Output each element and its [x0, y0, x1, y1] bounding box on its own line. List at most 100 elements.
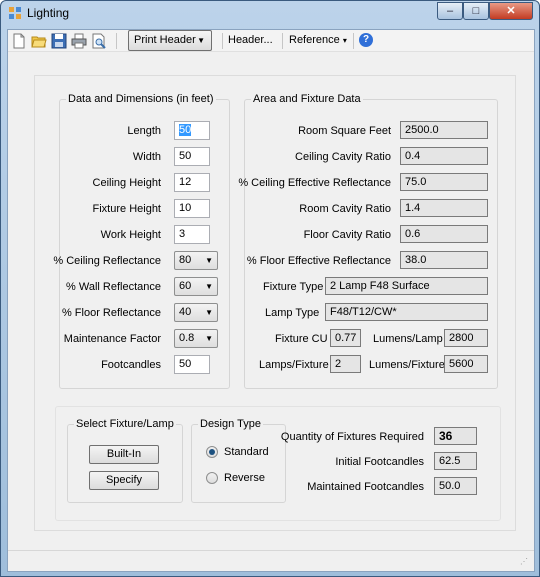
print-icon[interactable]	[71, 33, 87, 49]
main-panel: Data and Dimensions (in feet) Length 50 …	[34, 75, 516, 531]
toolbar-separator	[282, 33, 283, 49]
caret-down-icon: ▾	[342, 36, 347, 45]
app-icon	[9, 7, 21, 19]
length-input[interactable]: 50	[174, 121, 210, 140]
length-label: Length	[127, 125, 161, 137]
work-height-input[interactable]: 3	[174, 225, 210, 244]
toolbar-separator	[116, 33, 117, 49]
reverse-label[interactable]: Reverse	[224, 472, 265, 484]
chevron-down-icon: ▼	[205, 308, 213, 317]
built-in-button[interactable]: Built-In	[89, 445, 159, 464]
select-fixture-group: Select Fixture/Lamp Built-In Specify	[67, 418, 183, 503]
design-type-group-title: Design Type	[198, 418, 263, 430]
ceiling-effective-reflectance-value: 75.0	[400, 173, 488, 191]
floor-reflectance-label: % Floor Reflectance	[61, 307, 161, 319]
print-header-label: Print Header	[134, 34, 196, 46]
save-icon[interactable]	[51, 33, 67, 49]
dimensions-group: Data and Dimensions (in feet) Length 50 …	[53, 93, 230, 389]
chevron-down-icon: ▼	[205, 334, 213, 343]
lamp-type-label: Lamp Type	[265, 307, 320, 319]
room-cavity-ratio-value: 1.4	[400, 199, 488, 217]
floor-effective-reflectance-label: % Floor Effective Reflectance	[246, 255, 391, 267]
length-value: 50	[179, 124, 192, 136]
maintenance-factor-value: 0.8	[179, 332, 195, 344]
chevron-down-icon: ▼	[197, 36, 205, 45]
client-area: Print Header ▼ Header... Reference ▾ ? D…	[7, 29, 535, 572]
calculation-group: Select Fixture/Lamp Built-In Specify Des…	[55, 406, 501, 521]
print-preview-icon[interactable]	[91, 33, 107, 49]
room-cavity-ratio-label: Room Cavity Ratio	[299, 203, 391, 215]
reference-label: Reference	[289, 34, 340, 46]
lumens-lamp-value: 2800	[444, 329, 488, 347]
room-square-feet-value: 2500.0	[400, 121, 488, 139]
floor-reflectance-value: 40	[179, 306, 192, 318]
ceiling-reflectance-label: % Ceiling Reflectance	[53, 255, 161, 267]
fixture-height-label: Fixture Height	[92, 203, 161, 215]
fixture-cu-value: 0.77	[330, 329, 361, 347]
quantity-fixtures-value: 36	[434, 427, 477, 445]
toolbar: Print Header ▼ Header... Reference ▾ ?	[8, 30, 534, 52]
help-icon[interactable]: ?	[359, 33, 373, 47]
fixture-height-input[interactable]: 10	[174, 199, 210, 218]
ceiling-height-input[interactable]: 12	[174, 173, 210, 192]
ceiling-cavity-ratio-label: Ceiling Cavity Ratio	[295, 151, 391, 163]
lumens-fixture-value: 5600	[444, 355, 488, 373]
specify-button[interactable]: Specify	[89, 471, 159, 490]
lamp-type-value: F48/T12/CW*	[325, 303, 488, 321]
dimensions-group-title: Data and Dimensions (in feet)	[66, 93, 216, 105]
minimize-button[interactable]: ‒	[437, 2, 463, 20]
quantity-fixtures-label: Quantity of Fixtures Required	[280, 431, 424, 443]
print-header-dropdown[interactable]: Print Header ▼	[128, 30, 212, 51]
wall-reflectance-select[interactable]: 60 ▼	[174, 277, 218, 296]
open-icon[interactable]	[31, 33, 47, 49]
header-button[interactable]: Header...	[228, 34, 273, 46]
maximize-button[interactable]: □	[463, 2, 489, 20]
lamps-fixture-value: 2	[330, 355, 361, 373]
floor-effective-reflectance-value: 38.0	[400, 251, 488, 269]
width-input[interactable]: 50	[174, 147, 210, 166]
window-title: Lighting	[27, 6, 70, 20]
toolbar-separator	[353, 33, 354, 49]
standard-label[interactable]: Standard	[224, 446, 269, 458]
footcandles-label: Footcandles	[101, 359, 161, 371]
area-fixture-group: Area and Fixture Data Room Square Feet 2…	[238, 93, 498, 389]
maintenance-factor-select[interactable]: 0.8 ▼	[174, 329, 218, 348]
maintained-footcandles-label: Maintained Footcandles	[307, 481, 424, 493]
standard-radio[interactable]	[206, 446, 218, 458]
close-button[interactable]: ✕	[489, 2, 533, 20]
initial-footcandles-label: Initial Footcandles	[335, 456, 424, 468]
width-label: Width	[132, 151, 161, 163]
reference-dropdown[interactable]: Reference ▾	[289, 34, 347, 46]
floor-cavity-ratio-label: Floor Cavity Ratio	[303, 229, 391, 241]
area-fixture-group-title: Area and Fixture Data	[251, 93, 363, 105]
lumens-fixture-label: Lumens/Fixture	[369, 359, 445, 371]
new-icon[interactable]	[11, 33, 27, 49]
ceiling-effective-reflectance-label: % Ceiling Effective Reflectance	[238, 177, 391, 189]
room-square-feet-label: Room Square Feet	[298, 125, 391, 137]
status-bar: ⋰	[8, 550, 534, 571]
ceiling-cavity-ratio-value: 0.4	[400, 147, 488, 165]
wall-reflectance-value: 60	[179, 280, 192, 292]
select-fixture-group-title: Select Fixture/Lamp	[74, 418, 176, 430]
ceiling-reflectance-select[interactable]: 80 ▼	[174, 251, 218, 270]
ceiling-height-label: Ceiling Height	[92, 177, 161, 189]
title-bar[interactable]: Lighting ‒ □ ✕	[1, 1, 539, 27]
fixture-type-label: Fixture Type	[263, 281, 324, 293]
lamps-fixture-label: Lamps/Fixture	[259, 359, 329, 371]
fixture-cu-label: Fixture CU	[275, 333, 328, 345]
design-type-group: Design Type Standard Reverse	[191, 418, 286, 503]
wall-reflectance-label: % Wall Reflectance	[66, 281, 161, 293]
footcandles-input[interactable]: 50	[174, 355, 210, 374]
toolbar-separator	[222, 33, 223, 49]
ceiling-reflectance-value: 80	[179, 254, 192, 266]
lumens-lamp-label: Lumens/Lamp	[373, 333, 443, 345]
work-height-label: Work Height	[100, 229, 161, 241]
reverse-radio[interactable]	[206, 472, 218, 484]
floor-reflectance-select[interactable]: 40 ▼	[174, 303, 218, 322]
chevron-down-icon: ▼	[205, 256, 213, 265]
chevron-down-icon: ▼	[205, 282, 213, 291]
initial-footcandles-value: 62.5	[434, 452, 477, 470]
fixture-type-value: 2 Lamp F48 Surface	[325, 277, 488, 295]
floor-cavity-ratio-value: 0.6	[400, 225, 488, 243]
resize-grip-icon[interactable]: ⋰	[520, 557, 530, 567]
